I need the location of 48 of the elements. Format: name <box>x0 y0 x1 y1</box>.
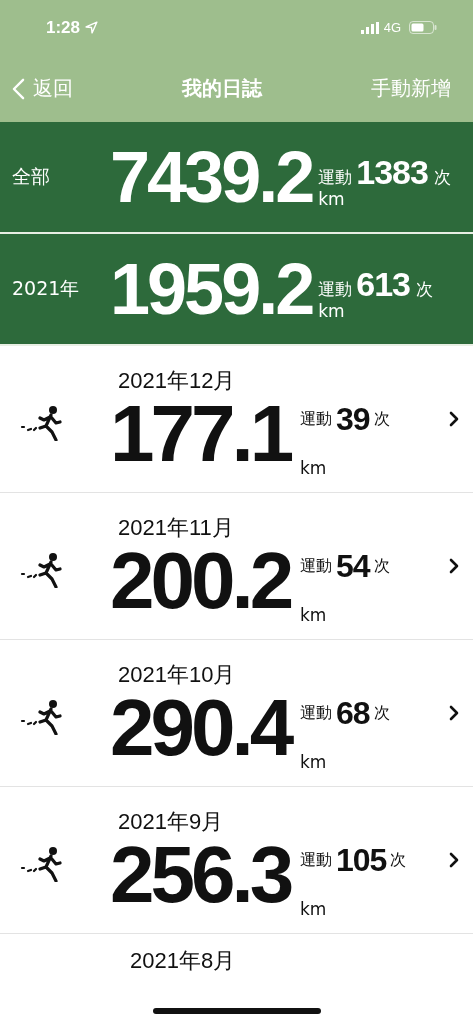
page-title: 我的日誌 <box>182 75 262 102</box>
chevron-right-icon <box>449 705 459 721</box>
count-unit: 次 <box>373 555 390 577</box>
month-distance: 290.4 <box>110 690 293 766</box>
activity-label: 運動 <box>300 849 332 871</box>
location-arrow-icon <box>85 21 99 34</box>
summary-label: 全部 <box>12 164 51 189</box>
activity-label: 運動 <box>318 165 353 189</box>
activity-label: 運動 <box>300 702 332 724</box>
month-distance: 177.1 <box>110 396 292 472</box>
total-distance: 1959.2 <box>110 248 313 330</box>
activity-label: 運動 <box>318 277 353 301</box>
battery-icon <box>409 21 437 34</box>
activity-count: 68 <box>336 694 370 732</box>
chevron-right-icon <box>449 411 459 427</box>
chevron-right-icon <box>449 852 459 868</box>
count-unit: 次 <box>390 849 407 871</box>
signal-icon <box>360 21 379 34</box>
summary-label: 2021年 <box>12 276 81 301</box>
unit-label: km <box>300 751 328 772</box>
activity-count: 1383 <box>356 152 428 192</box>
unit-label: km <box>318 188 346 209</box>
unit-label: km <box>300 604 328 625</box>
activity-count: 613 <box>356 264 410 304</box>
activity-count: 54 <box>336 547 370 585</box>
count-unit: 次 <box>373 408 390 430</box>
month-label: 2021年9月 <box>118 808 225 836</box>
count-unit: 次 <box>433 165 451 189</box>
chevron-right-icon <box>449 558 459 574</box>
month-label: 2021年8月 <box>130 948 236 973</box>
unit-label: km <box>300 898 328 919</box>
unit-label: km <box>318 300 346 321</box>
month-label: 2021年12月 <box>118 367 237 395</box>
activity-label: 運動 <box>300 408 332 430</box>
month-distance: 256.3 <box>110 837 292 913</box>
activity-count: 39 <box>336 400 370 438</box>
network-label: 4G <box>383 20 401 35</box>
back-chevron-icon <box>12 77 25 100</box>
activity-count: 105 <box>336 841 387 879</box>
count-unit: 次 <box>415 277 433 301</box>
month-label: 2021年10月 <box>118 661 237 689</box>
count-unit: 次 <box>373 702 390 724</box>
unit-label: km <box>300 457 328 478</box>
month-distance: 200.2 <box>110 543 292 619</box>
activity-label: 運動 <box>300 555 332 577</box>
total-distance: 7439.2 <box>110 136 313 218</box>
month-label: 2021年11月 <box>118 514 235 542</box>
status-time: 1:28 <box>46 17 81 38</box>
